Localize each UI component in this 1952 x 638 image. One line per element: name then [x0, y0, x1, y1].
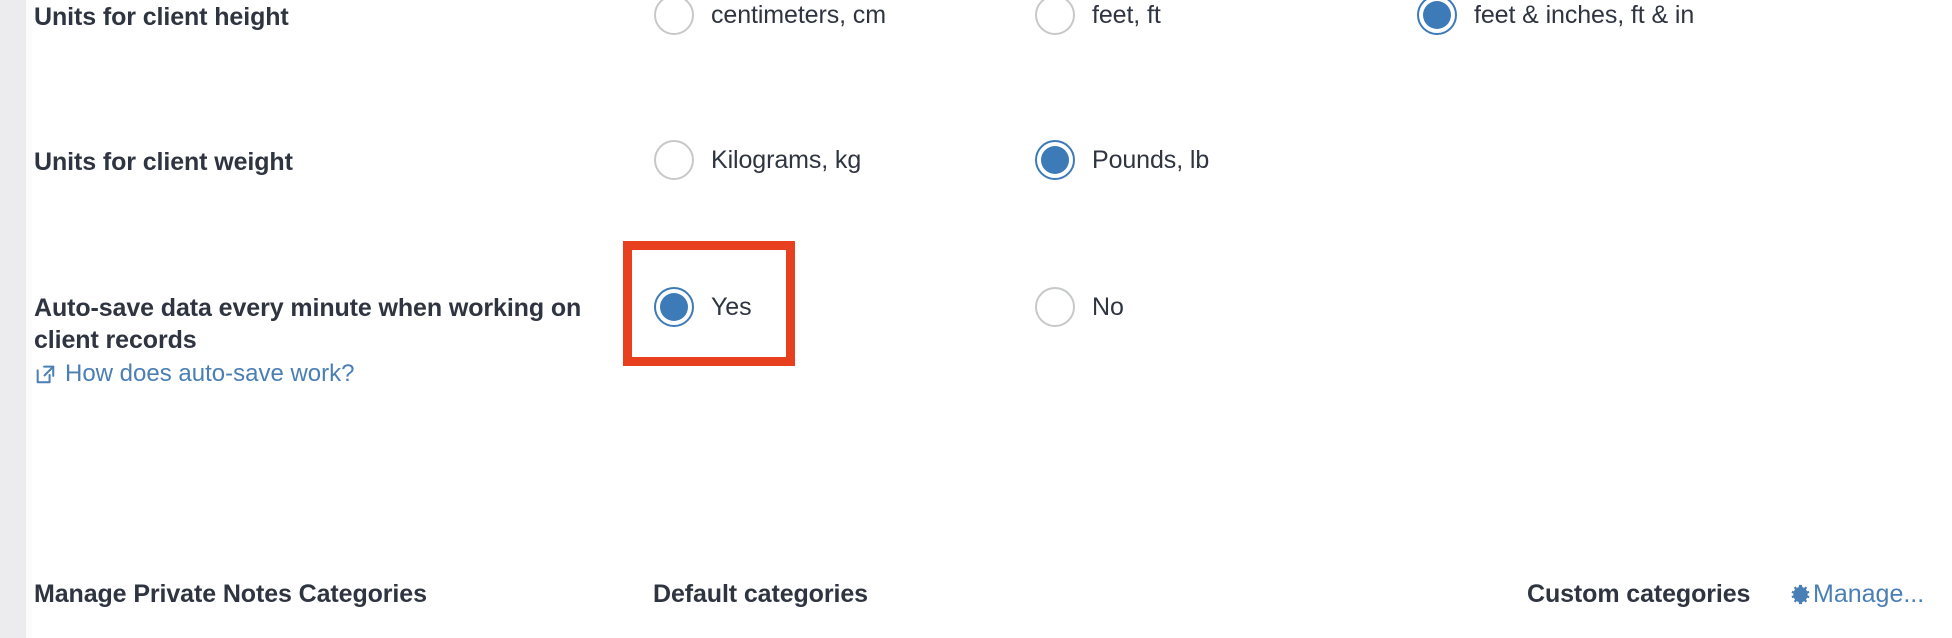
radio-label-auto-save-no: No	[1092, 292, 1124, 321]
setting-label-client-height: Units for client height	[34, 3, 289, 31]
setting-label-auto-save: Auto-save data every minute when working…	[34, 294, 582, 354]
radio-pounds[interactable]	[1035, 140, 1075, 180]
setting-row-client-weight: Units for client weight Kilograms, kg Po…	[0, 140, 1952, 266]
manage-categories-link[interactable]: Manage...	[1789, 580, 1924, 609]
default-categories-label: Default categories	[653, 580, 868, 608]
radio-label-kilograms: Kilograms, kg	[711, 145, 862, 174]
private-notes-title: Manage Private Notes Categories	[34, 580, 427, 608]
settings-page: Units for client height centimeters, cm …	[0, 0, 1952, 638]
radio-option-centimeters[interactable]: centimeters, cm	[654, 0, 886, 35]
setting-row-client-height: Units for client height centimeters, cm …	[0, 0, 1952, 120]
radio-auto-save-yes[interactable]	[654, 287, 694, 327]
radio-option-kilograms[interactable]: Kilograms, kg	[654, 140, 861, 180]
private-notes-categories-row: Manage Private Notes Categories Default …	[0, 580, 1952, 638]
radio-label-feet: feet, ft	[1092, 0, 1161, 29]
radio-option-feet[interactable]: feet, ft	[1035, 0, 1161, 35]
radio-label-centimeters: centimeters, cm	[711, 0, 886, 29]
custom-categories-label: Custom categories	[1527, 580, 1751, 608]
gear-icon	[1789, 583, 1812, 606]
setting-row-auto-save: Auto-save data every minute when working…	[0, 287, 1952, 452]
radio-feet-inches[interactable]	[1417, 0, 1457, 35]
radio-label-auto-save-yes: Yes	[711, 292, 752, 321]
radio-label-feet-inches: feet & inches, ft & in	[1474, 0, 1695, 29]
external-link-icon	[34, 363, 56, 385]
radio-option-pounds[interactable]: Pounds, lb	[1035, 140, 1209, 180]
radio-centimeters[interactable]	[654, 0, 694, 35]
radio-option-auto-save-yes[interactable]: Yes	[654, 287, 752, 327]
radio-feet[interactable]	[1035, 0, 1075, 35]
radio-option-auto-save-no[interactable]: No	[1035, 287, 1124, 327]
auto-save-help-link-text: How does auto-save work?	[65, 360, 355, 387]
radio-label-pounds: Pounds, lb	[1092, 145, 1210, 174]
auto-save-help-link[interactable]: How does auto-save work?	[34, 360, 354, 388]
radio-kilograms[interactable]	[654, 140, 694, 180]
radio-option-feet-inches[interactable]: feet & inches, ft & in	[1417, 0, 1694, 35]
setting-label-client-weight: Units for client weight	[34, 148, 293, 176]
manage-link-text: Manage...	[1813, 580, 1925, 608]
radio-auto-save-no[interactable]	[1035, 287, 1075, 327]
